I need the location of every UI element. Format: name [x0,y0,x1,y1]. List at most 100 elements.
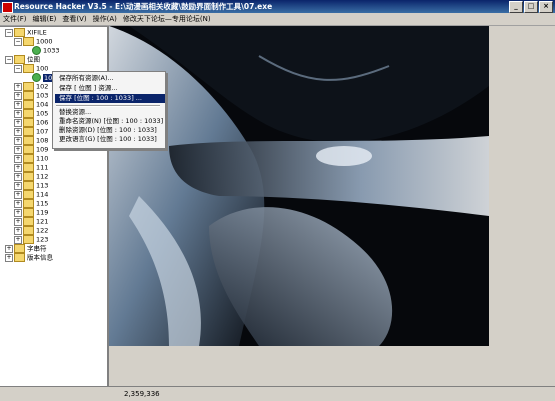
tree-node-label: 112 [36,172,49,181]
menu-forum[interactable]: 修改天下论坛—专用论坛(N) [120,14,214,24]
expand-icon[interactable]: + [14,145,22,154]
tree-node-112[interactable]: +112 [14,172,48,181]
expand-icon[interactable]: + [14,154,22,163]
folder-icon [23,109,34,118]
context-menu: 保存所有资源(A)... 保存 [ 位图 ] 资源... 保存 [位图 : 10… [52,71,166,149]
expand-icon[interactable]: + [14,190,22,199]
collapse-icon[interactable]: − [14,64,22,73]
tree-node-label: 版本信息 [27,253,53,262]
expand-icon[interactable]: + [5,244,13,253]
gear-icon [32,46,41,55]
tree-node-100[interactable]: − 100 [14,64,48,73]
tree-node-label: 109 [36,145,49,154]
folder-icon [14,253,25,262]
folder-icon [23,82,34,91]
tree-node-label: 114 [36,190,49,199]
folder-icon [23,64,34,73]
menu-edit[interactable]: 编辑(E) [30,14,60,24]
collapse-icon[interactable]: − [5,55,13,64]
tree-node-xifile[interactable]: − XIFILE [5,28,47,37]
expand-icon[interactable]: + [14,217,22,226]
tree-node-111[interactable]: +111 [14,163,48,172]
minimize-icon: _ [514,2,518,10]
tree-node-label: 103 [36,91,49,100]
tree-node-121[interactable]: +121 [14,217,48,226]
menu-view[interactable]: 查看(V) [59,14,89,24]
app-icon [2,2,13,13]
expand-icon[interactable]: + [14,118,22,127]
tree-node-label: XIFILE [27,28,47,37]
tree-node-102[interactable]: +102 [14,82,48,91]
tree-node-label: 104 [36,100,49,109]
close-button[interactable]: × [539,1,553,13]
tree-node-label: 111 [36,163,49,172]
tree-node-119[interactable]: +119 [14,208,48,217]
folder-icon [23,136,34,145]
expand-icon[interactable]: + [14,181,22,190]
gear-icon [32,73,41,82]
tree-node-104[interactable]: +104 [14,100,48,109]
maximize-button[interactable]: □ [524,1,538,13]
tree-node-115[interactable]: +115 [14,199,48,208]
tree-node-1000[interactable]: − 1000 [14,37,53,46]
tree-node-label: 113 [36,181,49,190]
ctx-save-resource[interactable]: 保存 [位图 : 100 : 1033] ... [55,94,165,103]
ctx-change-language[interactable]: 更改语言(G) [位图 : 100 : 1033] [55,135,165,144]
window-title: Resource Hacker V3.5 - E:\动漫画相关收藏\鼓励界面制作… [14,2,273,11]
tree-node-label: 119 [36,208,49,217]
ctx-save-bitmap-group[interactable]: 保存 [ 位图 ] 资源... [55,84,165,93]
minimize-button[interactable]: _ [509,1,523,13]
folder-icon [23,145,34,154]
status-bar: 2,359,336 [0,386,555,401]
tree-node-version-info[interactable]: + 版本信息 [5,253,53,262]
menu-action[interactable]: 操作(A) [90,14,120,24]
tree-node-103[interactable]: +103 [14,91,48,100]
tree-node-114[interactable]: +114 [14,190,48,199]
tree-node-label: 121 [36,217,49,226]
menu-file[interactable]: 文件(F) [0,14,30,24]
right-background [489,26,555,386]
expand-icon[interactable]: + [14,199,22,208]
expand-icon[interactable]: + [14,163,22,172]
tree-node-109[interactable]: +109 [14,145,48,154]
expand-icon[interactable]: + [14,136,22,145]
ctx-rename-resource[interactable]: 重命名资源(N) [位图 : 100 : 1033] [55,117,165,126]
expand-icon[interactable]: + [14,226,22,235]
collapse-icon[interactable]: − [14,37,22,46]
expand-icon[interactable]: + [14,235,22,244]
folder-icon [23,235,34,244]
expand-icon[interactable]: + [14,172,22,181]
tree-node-113[interactable]: +113 [14,181,48,190]
expand-icon[interactable]: + [14,109,22,118]
tree-node-108[interactable]: +108 [14,136,48,145]
title-bar[interactable]: Resource Hacker V3.5 - E:\动漫画相关收藏\鼓励界面制作… [0,0,555,13]
tree-node-1033[interactable]: 1033 [32,46,60,55]
ctx-replace-resource[interactable]: 替换资源... [55,108,165,117]
tree-node-string-table[interactable]: + 字串符 [5,244,47,253]
close-icon: × [543,2,549,10]
expand-icon[interactable]: + [5,253,13,262]
folder-icon [23,118,34,127]
folder-icon [23,172,34,181]
tree-node-110[interactable]: +110 [14,154,48,163]
expand-icon[interactable]: + [14,82,22,91]
tree-node-123[interactable]: +123 [14,235,48,244]
collapse-icon[interactable]: − [5,28,13,37]
tree-node-label: 1033 [43,46,60,55]
ctx-delete-resource[interactable]: 删除资源(D) [位图 : 100 : 1033] [55,126,165,135]
expand-icon[interactable]: + [14,208,22,217]
tree-node-106[interactable]: +106 [14,118,48,127]
folder-icon [23,226,34,235]
maximize-icon: □ [527,2,535,10]
tree-node-107[interactable]: +107 [14,127,48,136]
folder-icon [23,217,34,226]
bottom-background [109,346,489,386]
expand-icon[interactable]: + [14,100,22,109]
ctx-save-all[interactable]: 保存所有资源(A)... [55,74,165,83]
expand-icon[interactable]: + [14,127,22,136]
tree-node-105[interactable]: +105 [14,109,48,118]
folder-icon [14,55,25,64]
expand-icon[interactable]: + [14,91,22,100]
tree-node-122[interactable]: +122 [14,226,48,235]
tree-node-bitmap[interactable]: − 位图 [5,55,40,64]
